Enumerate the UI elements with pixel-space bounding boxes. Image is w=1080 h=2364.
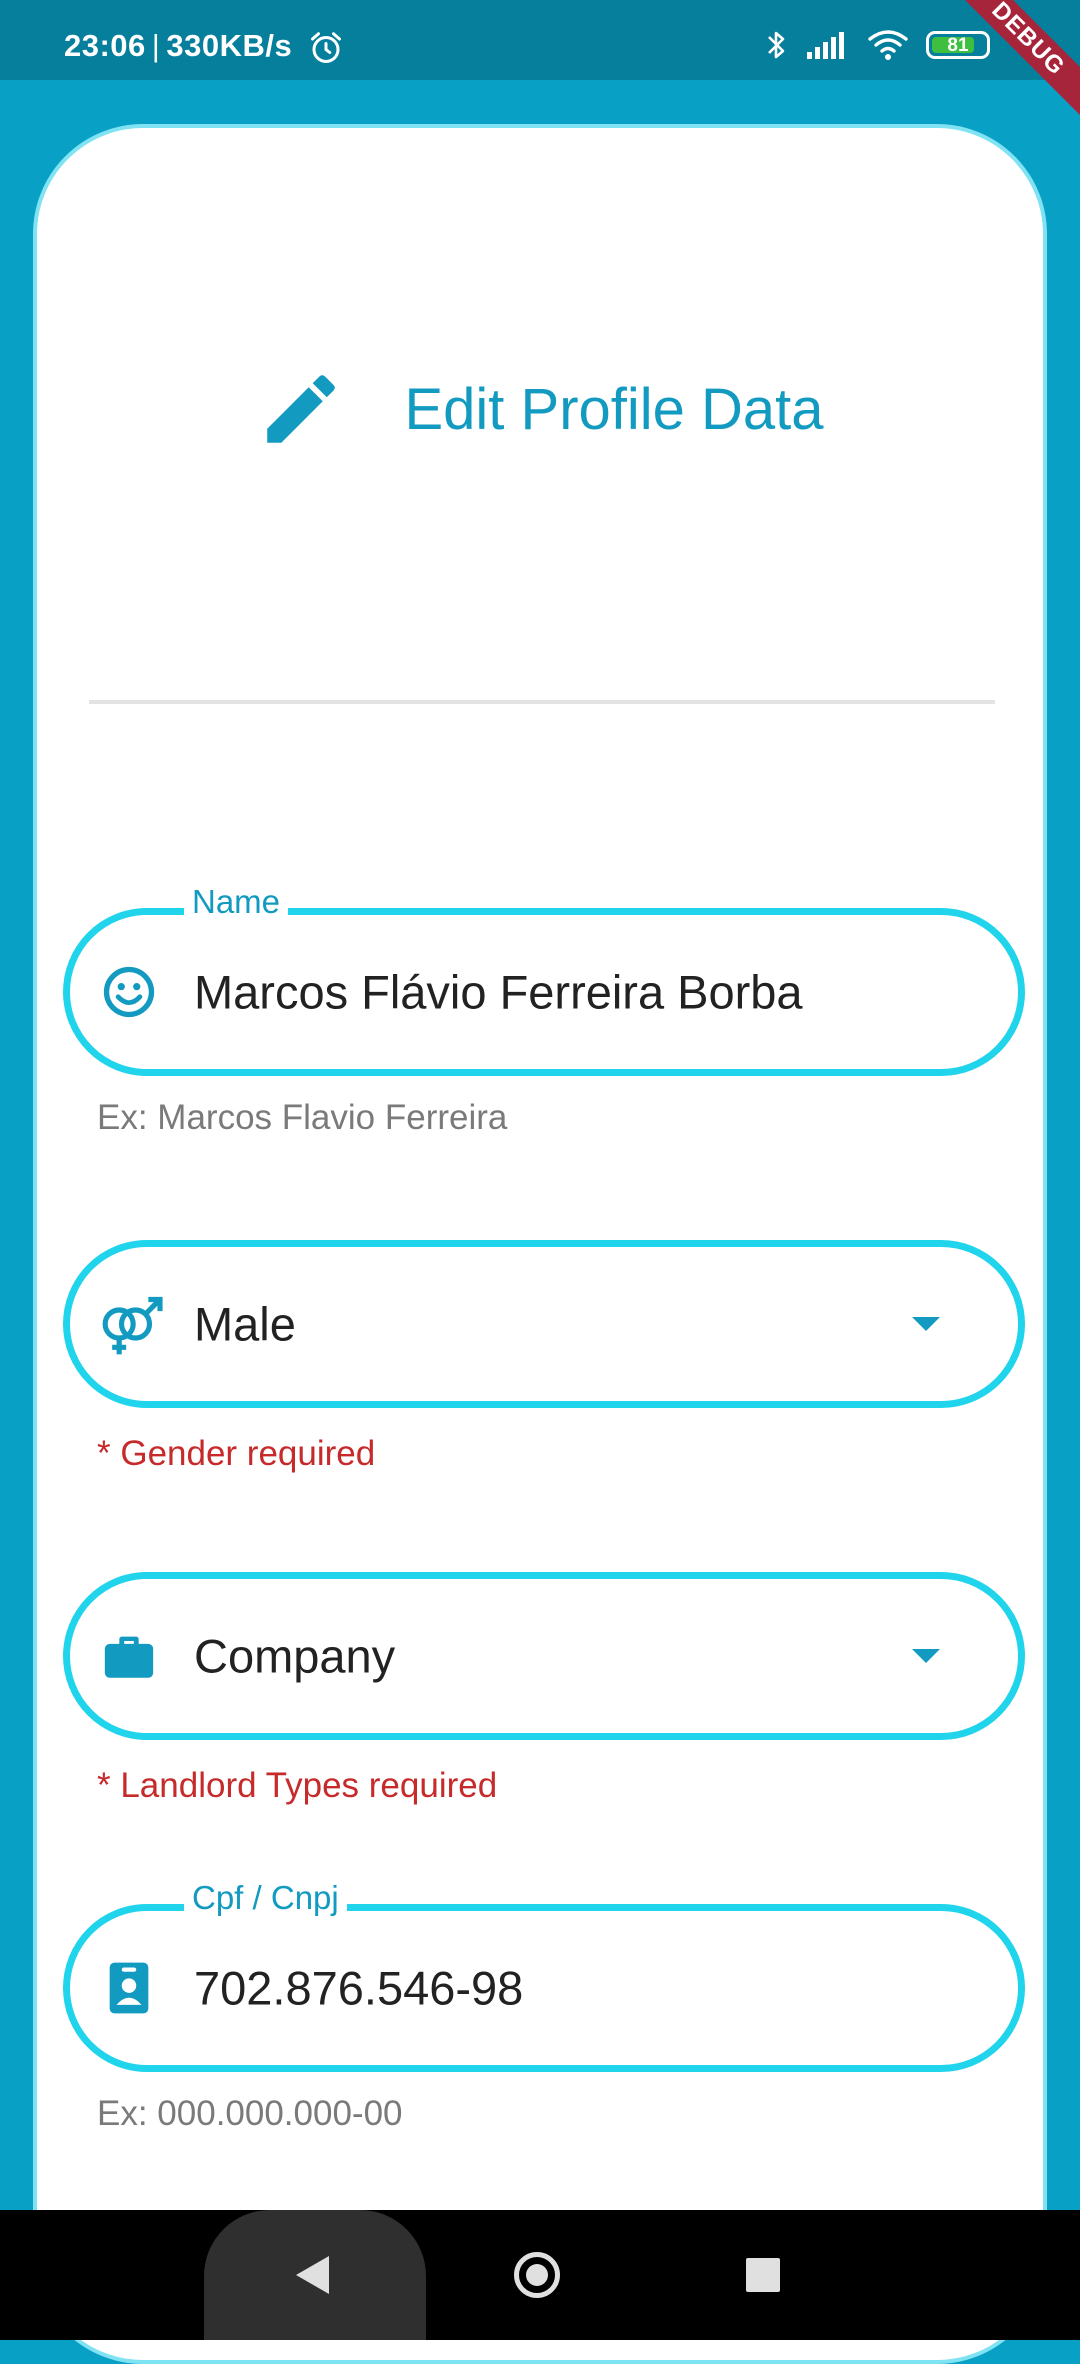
- clock-text: 23:06: [64, 28, 146, 63]
- bluetooth-icon: [768, 31, 785, 59]
- chevron-down-icon[interactable]: [912, 1649, 940, 1663]
- debug-banner: DEBUG: [938, 0, 1080, 129]
- home-icon[interactable]: [514, 2252, 560, 2298]
- briefcase-icon: [104, 1636, 154, 1678]
- signal-icon: [807, 32, 844, 59]
- gender-select[interactable]: Male: [63, 1240, 1025, 1408]
- gender-icon: [102, 1296, 163, 1355]
- status-bar: 23:06 | 330KB/s 81 DEBUG: [0, 0, 1080, 129]
- landlord-type-error: * Landlord Types required: [97, 1766, 498, 1805]
- cpf-cnpj-helper: Ex: 000.000.000-00: [97, 2094, 403, 2133]
- gender-error: * Gender required: [97, 1434, 376, 1473]
- name-helper: Ex: Marcos Flavio Ferreira: [97, 1098, 508, 1137]
- page-header: Edit Profile Data: [37, 364, 1043, 454]
- id-badge-icon: [109, 1962, 149, 2014]
- battery-icon: 81: [926, 31, 990, 59]
- page-title: Edit Profile Data: [404, 376, 824, 442]
- navigation-bar: [0, 2210, 1080, 2340]
- status-separator: |: [151, 28, 161, 63]
- name-field[interactable]: Name Marcos Flávio Ferreira Borba: [63, 883, 1025, 1076]
- smiley-icon: [103, 966, 155, 1018]
- edit-profile-card: Edit Profile Data Name Marcos Flávio Fer…: [33, 124, 1047, 2364]
- landlord-type-select[interactable]: Company: [63, 1572, 1025, 1740]
- pencil-icon: [267, 375, 336, 443]
- name-label: Name: [184, 883, 289, 921]
- battery-level: 81: [947, 35, 969, 56]
- status-time: 23:06 | 330KB/s: [64, 28, 292, 64]
- recent-apps-icon[interactable]: [746, 2258, 780, 2292]
- landlord-type-value: Company: [194, 1629, 396, 1683]
- status-icons: 81: [766, 28, 990, 62]
- name-input[interactable]: Marcos Flávio Ferreira Borba: [194, 965, 803, 1020]
- alarm-clock-icon: [311, 32, 341, 63]
- network-speed: 330KB/s: [166, 28, 293, 63]
- cpf-cnpj-input[interactable]: 702.876.546-98: [194, 1961, 523, 2016]
- wifi-icon: [868, 30, 908, 60]
- cpf-cnpj-field[interactable]: Cpf / Cnpj 702.876.546-98: [63, 1879, 1025, 2072]
- gender-value: Male: [194, 1297, 296, 1351]
- cpf-cnpj-label: Cpf / Cnpj: [184, 1879, 347, 1917]
- back-icon[interactable]: [296, 2256, 329, 2294]
- chevron-down-icon[interactable]: [912, 1317, 940, 1331]
- header-divider: [89, 700, 995, 704]
